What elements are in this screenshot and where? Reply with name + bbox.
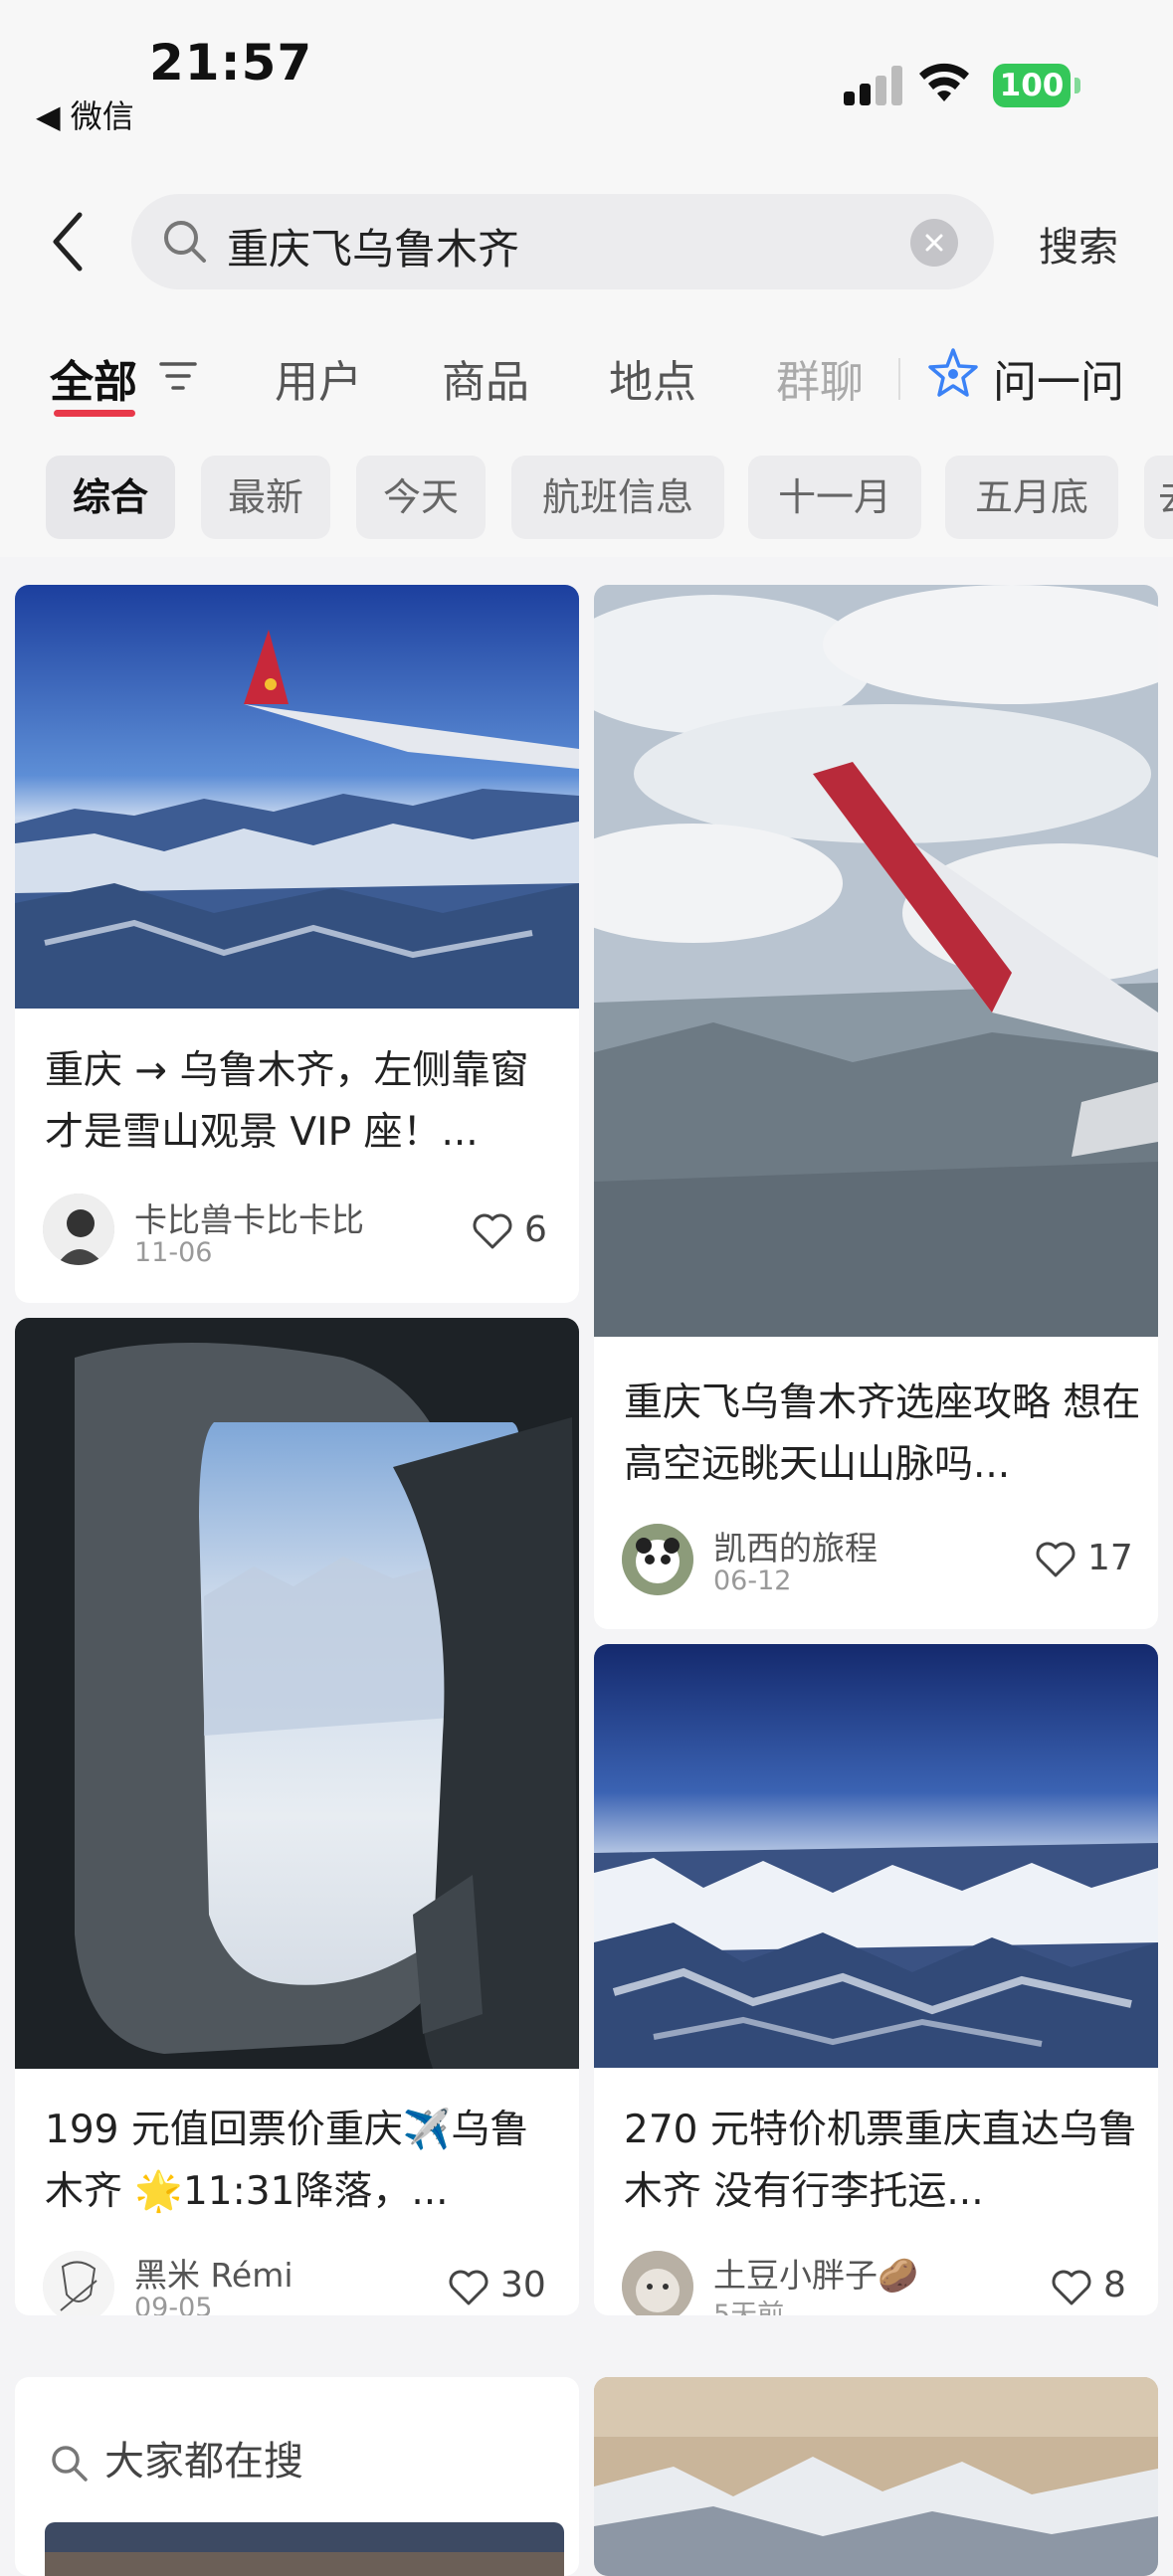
note-card[interactable] bbox=[594, 2377, 1158, 2576]
search-query-text[interactable]: 重庆飞乌鲁木齐 bbox=[227, 216, 519, 276]
filter-icon[interactable] bbox=[157, 358, 199, 394]
filter-chips: 综合 最新 今天 航班信息 十一月 五月底 去 bbox=[0, 438, 1173, 557]
note-card[interactable]: 199 元值回票价重庆✈️乌鲁木齐 🌟11:31降落，... 黑米 Rémi 0… bbox=[15, 1318, 579, 2315]
note-title[interactable]: 270 元特价机票重庆直达乌鲁木齐 没有行李托运... bbox=[624, 2100, 1141, 2223]
chip-today[interactable]: 今天 bbox=[356, 456, 486, 539]
clear-search-button[interactable] bbox=[910, 219, 958, 267]
close-icon bbox=[925, 234, 943, 252]
tab-products[interactable]: 商品 bbox=[442, 346, 529, 410]
trending-image-thumbnail bbox=[45, 2522, 564, 2576]
chip-end-of-may[interactable]: 五月底 bbox=[945, 456, 1118, 539]
status-time: 21:57 bbox=[149, 34, 313, 92]
trending-searches-card[interactable]: 大家都在搜 bbox=[15, 2377, 579, 2576]
post-date: 06-12 bbox=[713, 1565, 792, 1596]
author-name[interactable]: 土豆小胖子🥔 bbox=[713, 2249, 918, 2297]
plane-window-photo bbox=[15, 1318, 579, 2069]
wifi-icon bbox=[919, 63, 969, 101]
avatar[interactable] bbox=[43, 1194, 114, 1265]
active-tab-indicator bbox=[54, 410, 135, 417]
back-to-wechat-link[interactable]: ◀ 微信 bbox=[36, 92, 134, 137]
chip-more[interactable]: 去 bbox=[1144, 456, 1173, 539]
status-bar: 21:57 ◀ 微信 100 bbox=[0, 0, 1173, 149]
like-count: 30 bbox=[500, 2265, 546, 2305]
like-count: 8 bbox=[1103, 2265, 1126, 2305]
post-date: 11-06 bbox=[134, 1237, 213, 1268]
note-card[interactable]: 270 元特价机票重庆直达乌鲁木齐 没有行李托运... 土豆小胖子🥔 5天前 8 bbox=[594, 1644, 1158, 2315]
search-icon bbox=[52, 2446, 88, 2482]
post-date: 09-05 bbox=[134, 2293, 213, 2315]
tab-all[interactable]: 全部 bbox=[50, 346, 137, 410]
note-title[interactable]: 重庆 → 乌鲁木齐，左侧靠窗才是雪山观景 VIP 座！... bbox=[45, 1040, 562, 1164]
heart-icon[interactable] bbox=[447, 2268, 490, 2307]
tab-places[interactable]: 地点 bbox=[609, 346, 696, 410]
snowy-peaks-photo bbox=[594, 2377, 1158, 2576]
battery-tip bbox=[1075, 78, 1080, 93]
back-arrow-icon[interactable] bbox=[44, 207, 94, 276]
note-title[interactable]: 199 元值回票价重庆✈️乌鲁木齐 🌟11:31降落，... bbox=[45, 2100, 562, 2223]
heart-icon[interactable] bbox=[471, 1211, 514, 1251]
author-name[interactable]: 黑米 Rémi bbox=[134, 2249, 293, 2297]
star-ai-icon[interactable] bbox=[925, 346, 981, 402]
chip-november[interactable]: 十一月 bbox=[748, 456, 921, 539]
heart-icon[interactable] bbox=[1034, 1540, 1077, 1579]
tab-group-chats[interactable]: 群聊 bbox=[776, 346, 864, 410]
author-name[interactable]: 凯西的旅程 bbox=[713, 1522, 878, 1569]
avatar[interactable] bbox=[43, 2251, 114, 2315]
tab-divider bbox=[898, 358, 900, 400]
avatar[interactable] bbox=[622, 1524, 693, 1595]
search-submit-button[interactable]: 搜索 bbox=[1039, 215, 1118, 273]
chip-flight-info[interactable]: 航班信息 bbox=[511, 456, 724, 539]
search-header: 重庆飞乌鲁木齐 搜索 bbox=[0, 149, 1173, 328]
cloudy-wing-photo bbox=[594, 585, 1158, 1337]
note-card[interactable]: 重庆飞乌鲁木齐选座攻略 想在高空远眺天山山脉吗... 凯西的旅程 06-12 1… bbox=[594, 585, 1158, 1629]
like-count: 17 bbox=[1087, 1538, 1133, 1578]
trending-searches-title: 大家都在搜 bbox=[104, 2439, 303, 2484]
avatar[interactable] bbox=[622, 2251, 693, 2315]
note-title[interactable]: 重庆飞乌鲁木齐选座攻略 想在高空远眺天山山脉吗... bbox=[624, 1373, 1141, 1496]
mountain-wing-photo bbox=[15, 585, 579, 1009]
chip-latest[interactable]: 最新 bbox=[201, 456, 330, 539]
chip-comprehensive[interactable]: 综合 bbox=[46, 456, 175, 539]
search-input[interactable]: 重庆飞乌鲁木齐 bbox=[131, 194, 994, 289]
tab-users[interactable]: 用户 bbox=[275, 346, 362, 410]
post-date: 5天前 bbox=[713, 2300, 785, 2315]
like-count: 6 bbox=[524, 1209, 547, 1250]
cellular-signal-icon bbox=[844, 66, 903, 105]
author-name[interactable]: 卡比兽卡比卡比 bbox=[134, 1194, 364, 1241]
heart-icon[interactable] bbox=[1050, 2268, 1093, 2307]
result-tabs: 全部 用户 商品 地点 群聊 问一问 bbox=[0, 328, 1173, 438]
note-card[interactable]: 重庆 → 乌鲁木齐，左侧靠窗才是雪山观景 VIP 座！... 卡比兽卡比卡比 1… bbox=[15, 585, 579, 1303]
snowy-mountains-photo bbox=[594, 1644, 1158, 2068]
tab-ask[interactable]: 问一问 bbox=[993, 346, 1124, 410]
battery-level-badge: 100 bbox=[993, 64, 1071, 107]
search-icon bbox=[164, 221, 206, 263]
